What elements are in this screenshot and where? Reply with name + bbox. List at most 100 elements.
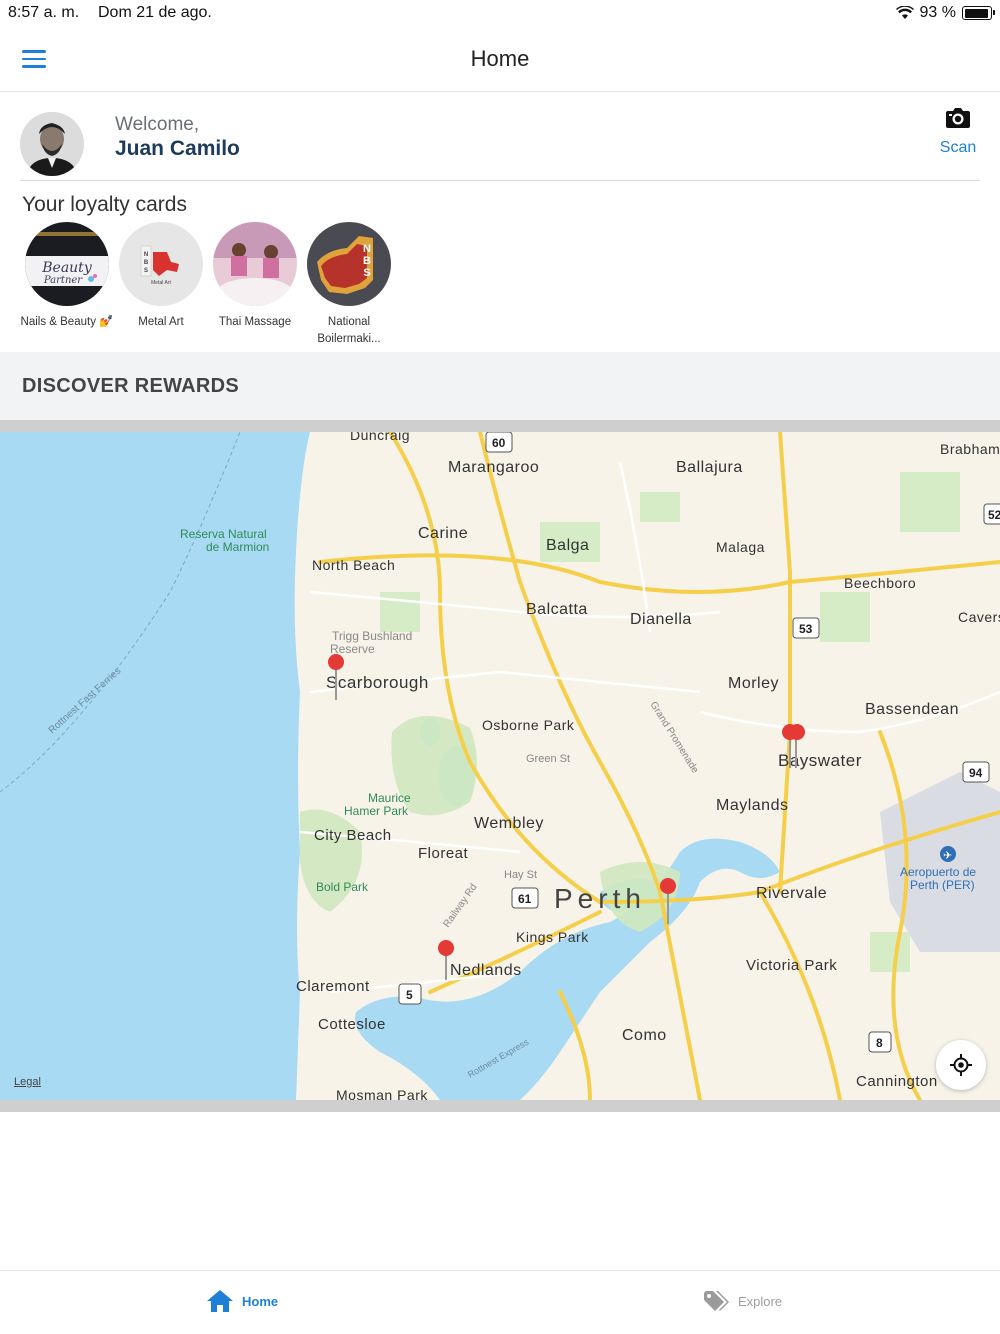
svg-text:Rivervale: Rivervale (756, 885, 827, 902)
svg-text:Caversham: Caversham (958, 609, 1000, 625)
status-date: Dom 21 de ago. (98, 4, 212, 21)
nav-bar: Home (0, 28, 1000, 92)
svg-text:94: 94 (969, 766, 983, 780)
svg-text:Balcatta: Balcatta (526, 601, 588, 618)
svg-text:Perth: Perth (554, 883, 646, 914)
svg-text:Reserve: Reserve (330, 642, 375, 656)
loyalty-card-label: National Boilermaki... (317, 316, 381, 345)
svg-text:North Beach: North Beach (312, 557, 395, 573)
svg-text:Beechboro: Beechboro (844, 575, 916, 591)
svg-text:Claremont: Claremont (296, 978, 370, 995)
svg-text:Kings Park: Kings Park (516, 929, 589, 945)
svg-text:61: 61 (518, 892, 532, 906)
svg-text:Como: Como (622, 1027, 667, 1044)
tab-home[interactable]: Home (206, 1289, 278, 1313)
svg-text:Floreat: Floreat (418, 845, 469, 862)
tab-bar: Home Explore (0, 1270, 1000, 1334)
svg-text:Reserva Natural: Reserva Natural (180, 527, 267, 541)
svg-text:Morley: Morley (728, 675, 779, 692)
svg-text:Hay St: Hay St (504, 869, 537, 881)
map-legal-link[interactable]: Legal (14, 1076, 41, 1088)
camera-icon (946, 108, 970, 128)
svg-text:Mosman Park: Mosman Park (336, 1087, 428, 1100)
svg-text:Duncraig: Duncraig (350, 432, 410, 443)
discover-rewards-header: DISCOVER REWARDS (0, 352, 1000, 420)
svg-text:S: S (144, 268, 148, 274)
loyalty-card-label: Nails & Beauty 💅 (20, 316, 114, 328)
rewards-map[interactable]: Marangaroo Ballajura Carine Balga North … (0, 432, 1000, 1100)
welcome-label: Welcome, (115, 114, 200, 135)
loyalty-card[interactable]: Thai Massage (208, 222, 302, 348)
svg-text:Osborne Park: Osborne Park (482, 717, 575, 733)
scan-label: Scan (939, 139, 977, 156)
beauty-partner-logo: Beauty Partner (25, 222, 109, 306)
crosshair-icon (950, 1054, 972, 1076)
tags-icon (704, 1291, 729, 1311)
map-container: Marangaroo Ballajura Carine Balga North … (0, 420, 1000, 1112)
metal-art-logo: N B S Metal Art (119, 222, 203, 306)
svg-text:S: S (363, 267, 370, 279)
svg-text:B: B (144, 260, 149, 266)
svg-text:Ballajura: Ballajura (676, 459, 743, 476)
tab-explore-label: Explore (738, 1293, 783, 1309)
svg-text:Marangaroo: Marangaroo (448, 459, 539, 476)
user-name: Juan Camilo (115, 137, 240, 160)
locate-me-button[interactable] (936, 1040, 986, 1090)
svg-text:de Marmion: de Marmion (206, 540, 269, 554)
svg-text:5: 5 (406, 988, 413, 1002)
welcome-header: Welcome, Juan Camilo Scan (0, 92, 1000, 182)
svg-text:Perth (PER): Perth (PER) (910, 878, 975, 892)
discover-rewards-title: DISCOVER REWARDS (22, 375, 240, 397)
page-title: Home (470, 46, 530, 71)
scan-button[interactable]: Scan (936, 106, 980, 162)
svg-text:Cottesloe: Cottesloe (318, 1016, 386, 1033)
status-time: 8:57 a. m. (8, 4, 80, 21)
loyalty-cards-title: Your loyalty cards (22, 193, 187, 216)
svg-text:Trigg Bushland: Trigg Bushland (332, 629, 412, 643)
loyalty-card[interactable]: N B S Metal Art Metal Art (114, 222, 208, 348)
thai-massage-photo (213, 222, 297, 306)
loyalty-card-label: Metal Art (138, 316, 184, 328)
svg-text:Dianella: Dianella (630, 611, 692, 628)
national-boilermakers-logo: N B S (307, 222, 391, 306)
svg-text:B: B (363, 255, 371, 267)
svg-text:Aeropuerto de: Aeropuerto de (900, 865, 976, 879)
home-icon (207, 1290, 233, 1312)
svg-text:Carine: Carine (418, 525, 468, 542)
battery-percent: 93 % (919, 4, 956, 21)
svg-text:Scarborough: Scarborough (326, 673, 429, 692)
avatar[interactable] (20, 112, 84, 176)
svg-text:Balga: Balga (546, 537, 589, 554)
svg-text:53: 53 (799, 622, 813, 636)
svg-text:✈: ✈ (943, 850, 952, 862)
svg-text:Cannington: Cannington (856, 1073, 938, 1090)
divider (20, 180, 980, 181)
svg-text:Victoria Park: Victoria Park (746, 957, 837, 974)
svg-text:60: 60 (492, 436, 506, 450)
tab-home-label: Home (242, 1293, 279, 1309)
svg-text:Bold Park: Bold Park (316, 880, 369, 894)
battery-icon (962, 6, 995, 20)
svg-text:Bassendean: Bassendean (865, 701, 959, 718)
svg-text:City Beach: City Beach (314, 827, 392, 844)
svg-text:N: N (363, 243, 371, 255)
svg-text:Metal Art: Metal Art (151, 280, 171, 286)
svg-text:Railway Rd: Railway Rd (441, 882, 479, 930)
status-bar: 8:57 a. m. Dom 21 de ago. 93 % (0, 0, 1000, 28)
svg-text:Maylands: Maylands (716, 797, 788, 814)
loyalty-card-list: Beauty Partner Nails & Beauty 💅 N B S Me… (20, 222, 396, 348)
svg-text:Maurice: Maurice (368, 791, 411, 805)
tab-explore[interactable]: Explore (702, 1289, 782, 1313)
svg-text:Beauty: Beauty (41, 260, 93, 276)
loyalty-card[interactable]: Beauty Partner Nails & Beauty 💅 (20, 222, 114, 348)
svg-text:N: N (144, 252, 148, 258)
svg-text:Malaga: Malaga (716, 539, 765, 555)
svg-text:52: 52 (988, 508, 1000, 522)
loyalty-card[interactable]: N B S National Boilermaki... (302, 222, 396, 348)
wifi-icon (895, 6, 914, 19)
svg-text:Brabham: Brabham (940, 441, 1000, 457)
loyalty-card-label: Thai Massage (218, 316, 292, 328)
svg-text:Hamer Park: Hamer Park (344, 804, 409, 818)
svg-text:8: 8 (876, 1036, 883, 1050)
status-indicators: 93 % (895, 4, 995, 22)
